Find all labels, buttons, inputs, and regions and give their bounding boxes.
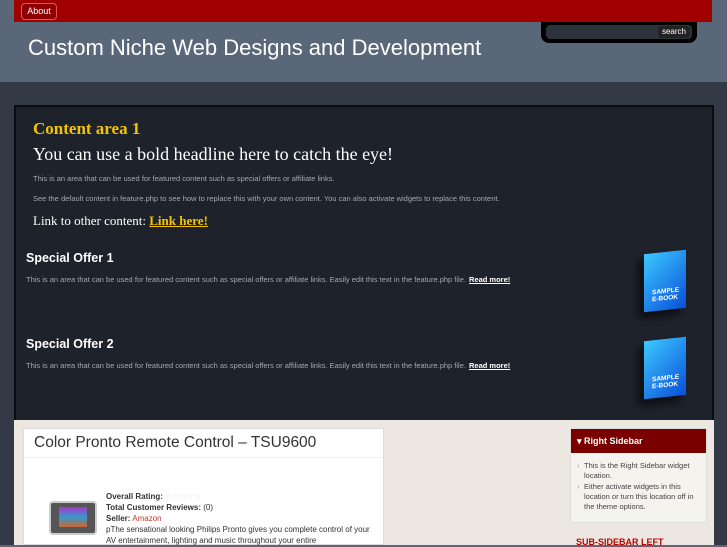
offer-text: This is an area that can be used for fea… — [26, 361, 510, 370]
reviews-value: (0) — [203, 503, 213, 512]
search-box: search — [541, 22, 697, 43]
offer-text: This is an area that can be used for fea… — [26, 275, 510, 284]
sidebar-item: Either activate widgets in this location… — [577, 482, 701, 512]
feature-link[interactable]: Link here! — [149, 213, 208, 228]
reviews-label: Total Customer Reviews: — [106, 503, 201, 512]
search-button[interactable]: search — [657, 26, 690, 38]
feature-paragraph: See the default content in feature.php t… — [33, 194, 500, 203]
top-nav-bar: About — [14, 0, 712, 22]
sidebar-header[interactable]: ▾ Right Sidebar — [571, 429, 706, 453]
feature-headline: You can use a bold headline here to catc… — [33, 144, 394, 164]
post-title[interactable]: Color Pronto Remote Control – TSU9600 — [24, 429, 383, 458]
post-card: Color Pronto Remote Control – TSU9600 Ov… — [23, 428, 384, 545]
offer-description: This is an area that can be used for fea… — [26, 275, 466, 284]
ebook-image[interactable]: SAMPLE E-BOOK — [644, 249, 686, 313]
rating-label: Overall Rating: — [106, 492, 163, 501]
seller-label: Seller: — [106, 514, 131, 523]
right-sidebar: ▾ Right Sidebar This is the Right Sideba… — [570, 428, 707, 523]
product-description: pThe sensational looking Philips Pronto … — [106, 525, 370, 545]
seller-link[interactable]: Amazon — [132, 514, 161, 523]
search-input[interactable]: search — [546, 25, 692, 39]
offer-title: Special Offer 1 — [26, 251, 114, 265]
feature-paragraph: This is an area that can be used for fea… — [33, 174, 335, 183]
feature-area: Content area 1 You can use a bold headli… — [14, 105, 714, 420]
rating-stars: ☆☆☆☆☆ — [165, 492, 201, 501]
product-info: Overall Rating: ☆☆☆☆☆ Total Customer Rev… — [106, 491, 376, 546]
nav-about-button[interactable]: About — [21, 3, 57, 20]
read-more-link[interactable]: Read more! — [469, 361, 510, 370]
site-title[interactable]: Custom Niche Web Designs and Development — [28, 35, 481, 61]
sidebar-title: Right Sidebar — [584, 436, 643, 446]
offer-description: This is an area that can be used for fea… — [26, 361, 466, 370]
sub-sidebar-title: SUB-SIDEBAR LEFT — [576, 537, 664, 547]
triangle-down-icon: ▾ — [577, 436, 582, 446]
ebook-image[interactable]: SAMPLE E-BOOK — [644, 336, 686, 400]
read-more-link[interactable]: Read more! — [469, 275, 510, 284]
product-image[interactable] — [49, 501, 97, 535]
main-content: Color Pronto Remote Control – TSU9600 Ov… — [14, 420, 714, 547]
sidebar-item: This is the Right Sidebar widget locatio… — [577, 461, 701, 481]
feature-title: Content area 1 — [33, 119, 141, 138]
link-prefix: Link to other content: — [33, 213, 147, 228]
offer-title: Special Offer 2 — [26, 337, 114, 351]
feature-link-line: Link to other content: Link here! — [33, 213, 208, 229]
